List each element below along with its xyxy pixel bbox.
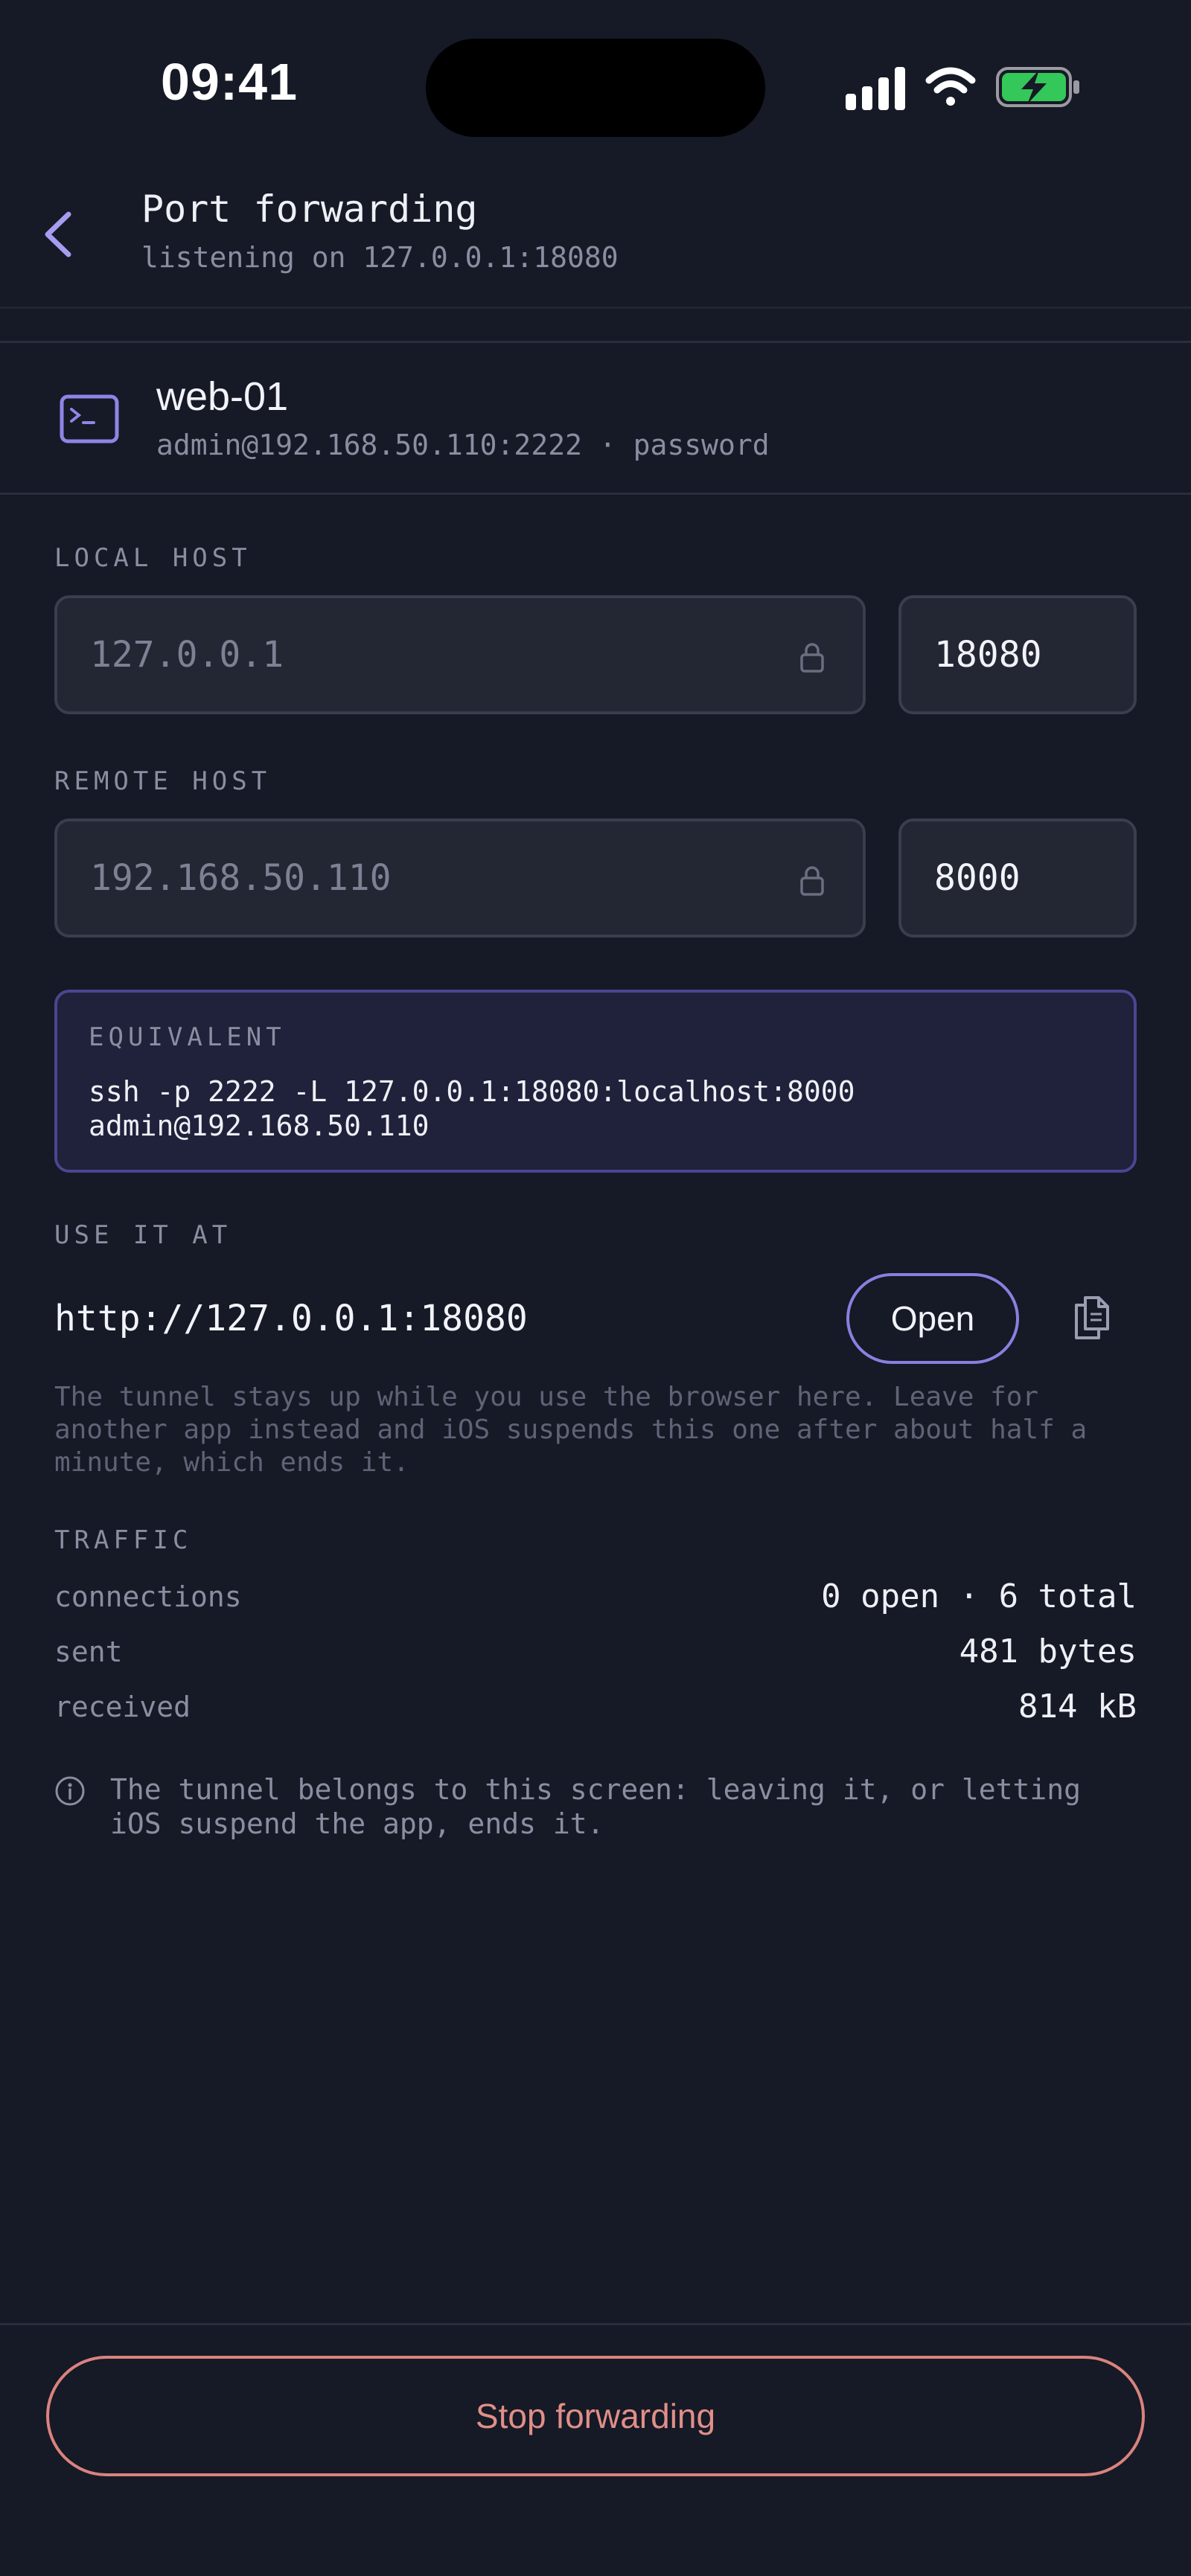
use-it-at-label: USE IT AT bbox=[54, 1220, 232, 1250]
lock-icon bbox=[800, 643, 824, 673]
cellular-signal-icon bbox=[846, 67, 905, 110]
status-bar: 09:41 bbox=[0, 0, 1191, 171]
equivalent-label: EQUIVALENT bbox=[89, 1022, 286, 1052]
tunnel-url: http://127.0.0.1:18080 bbox=[54, 1298, 528, 1339]
local-host-label: LOCAL HOST bbox=[54, 543, 252, 573]
equivalent-command: ssh -p 2222 -L 127.0.0.1:18080:localhost… bbox=[89, 1075, 855, 1142]
info-text: The tunnel belongs to this screen: leavi… bbox=[110, 1773, 1082, 1840]
host-connection-details: admin@192.168.50.110:2222 · password bbox=[156, 429, 770, 461]
traffic-value: 814 kB bbox=[1018, 1688, 1137, 1726]
divider bbox=[0, 2323, 1191, 2325]
wifi-icon bbox=[925, 67, 976, 106]
status-icons bbox=[843, 64, 1088, 112]
remote-port-value: 8000 bbox=[934, 857, 1021, 899]
remote-host-value: 192.168.50.110 bbox=[90, 857, 392, 899]
terminal-icon bbox=[60, 394, 119, 443]
background-note: The tunnel stays up while you use the br… bbox=[54, 1382, 1088, 1478]
local-host-field: 127.0.0.1 bbox=[54, 595, 866, 714]
traffic-row-sent: sent 481 bytes bbox=[54, 1633, 1137, 1673]
divider bbox=[0, 341, 1191, 343]
remote-host-field: 192.168.50.110 bbox=[54, 818, 866, 938]
chevron-left-icon bbox=[45, 211, 71, 257]
open-button[interactable]: Open bbox=[846, 1273, 1019, 1364]
traffic-label: TRAFFIC bbox=[54, 1525, 193, 1555]
dynamic-island bbox=[426, 39, 765, 137]
copy-button[interactable] bbox=[1066, 1292, 1118, 1344]
traffic-row-received: received 814 kB bbox=[54, 1688, 1137, 1728]
info-icon bbox=[54, 1775, 86, 1807]
back-button[interactable] bbox=[27, 201, 94, 268]
traffic-value: 481 bytes bbox=[959, 1633, 1137, 1670]
traffic-value: 0 open · 6 total bbox=[821, 1577, 1137, 1615]
remote-host-label: REMOTE HOST bbox=[54, 766, 272, 796]
host-name: web-01 bbox=[156, 374, 289, 419]
page-title: Port forwarding bbox=[141, 188, 478, 231]
battery-charging-icon bbox=[996, 67, 1079, 107]
traffic-row-connections: connections 0 open · 6 total bbox=[54, 1577, 1137, 1618]
local-host-value: 127.0.0.1 bbox=[90, 634, 284, 676]
local-port-value: 18080 bbox=[934, 634, 1042, 676]
stop-forwarding-button[interactable]: Stop forwarding bbox=[46, 2356, 1145, 2476]
equivalent-command-box: EQUIVALENT ssh -p 2222 -L 127.0.0.1:1808… bbox=[54, 990, 1137, 1173]
copy-icon bbox=[1075, 1296, 1109, 1339]
traffic-key: sent bbox=[54, 1635, 123, 1668]
divider bbox=[0, 307, 1191, 309]
divider bbox=[0, 493, 1191, 495]
page-subtitle: listening on 127.0.0.1:18080 bbox=[141, 241, 619, 274]
traffic-key: received bbox=[54, 1691, 191, 1723]
local-port-field[interactable]: 18080 bbox=[898, 595, 1137, 714]
remote-port-field[interactable]: 8000 bbox=[898, 818, 1137, 938]
lock-icon bbox=[800, 866, 824, 896]
status-time: 09:41 bbox=[161, 53, 298, 111]
traffic-key: connections bbox=[54, 1580, 242, 1613]
